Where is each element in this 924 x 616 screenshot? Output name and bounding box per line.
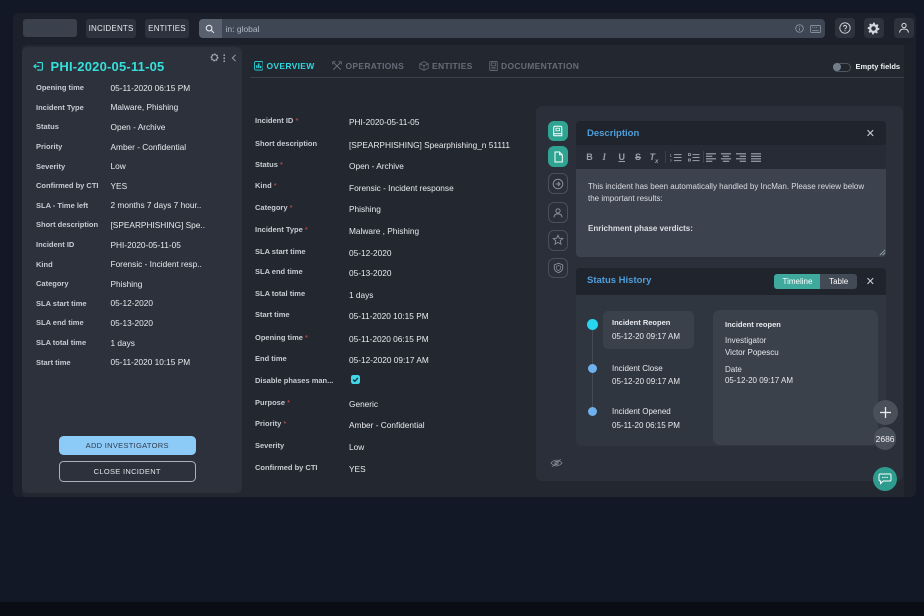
svg-text:1: 1 xyxy=(670,153,673,158)
svg-text:2: 2 xyxy=(670,158,673,162)
